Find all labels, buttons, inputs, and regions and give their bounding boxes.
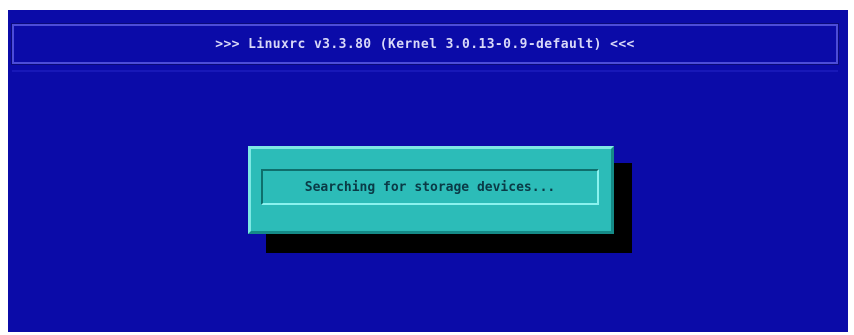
status-dialog: Searching for storage devices... bbox=[248, 146, 614, 234]
status-message-box: Searching for storage devices... bbox=[261, 169, 599, 205]
title-divider bbox=[12, 70, 838, 72]
title-text: >>> Linuxrc v3.3.80 (Kernel 3.0.13-0.9-d… bbox=[215, 36, 635, 52]
status-message: Searching for storage devices... bbox=[304, 179, 556, 195]
title-bar: >>> Linuxrc v3.3.80 (Kernel 3.0.13-0.9-d… bbox=[11, 23, 839, 65]
